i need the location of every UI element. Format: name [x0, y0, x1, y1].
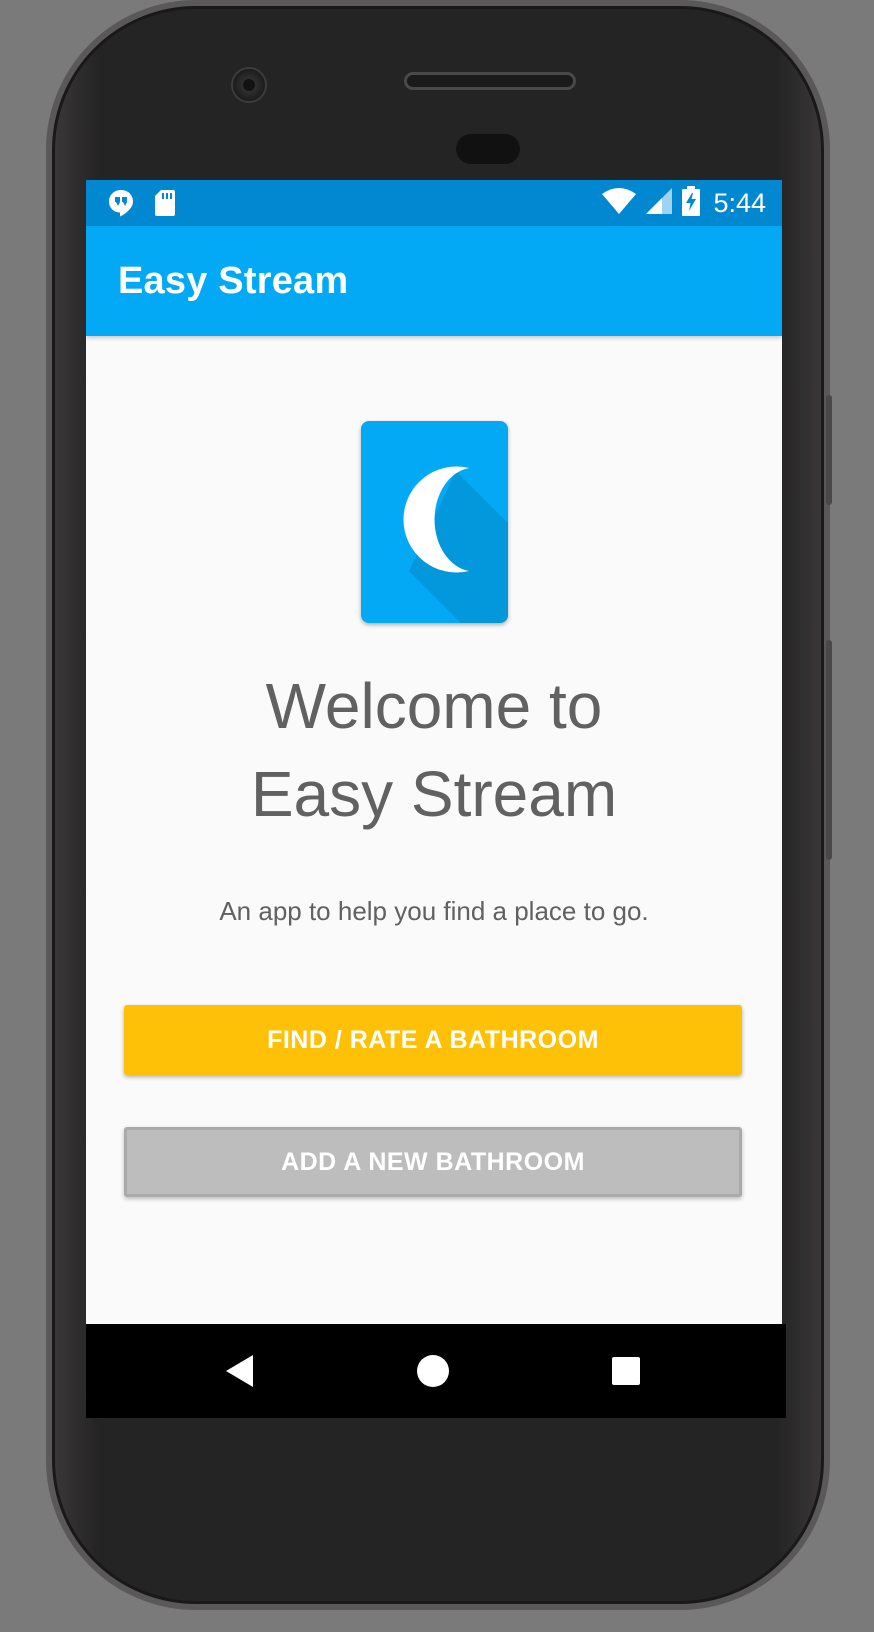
status-clock: 5:44	[713, 188, 766, 218]
recents-icon[interactable]	[606, 1351, 646, 1391]
home-icon[interactable]	[413, 1351, 453, 1391]
add-new-bathroom-button[interactable]: ADD A NEW BATHROOM	[124, 1127, 742, 1197]
app-bar: Easy Stream	[86, 226, 782, 336]
proximity-sensor	[456, 134, 520, 164]
device-screen: 5:44 Easy Stream Welcome to Easy Stream …	[86, 180, 782, 1324]
app-title: Easy Stream	[118, 260, 349, 302]
moon-icon	[361, 421, 508, 623]
volume-button[interactable]	[826, 640, 832, 860]
main-content: Welcome to Easy Stream An app to help yo…	[86, 336, 782, 1324]
welcome-heading-line1: Welcome to	[265, 670, 603, 742]
navigation-bar	[86, 1324, 786, 1418]
cell-signal-icon	[645, 187, 673, 220]
welcome-heading-line2: Easy Stream	[250, 758, 618, 830]
sd-card-icon	[154, 189, 176, 222]
battery-charging-icon	[681, 186, 701, 221]
earpiece-speaker	[404, 72, 576, 90]
power-button[interactable]	[826, 395, 832, 505]
front-camera	[231, 67, 267, 103]
find-rate-bathroom-button[interactable]: FIND / RATE A BATHROOM	[124, 1005, 742, 1075]
app-subtitle: An app to help you find a place to go.	[219, 896, 649, 926]
status-bar: 5:44	[86, 180, 782, 226]
hangouts-icon	[108, 189, 134, 222]
back-icon[interactable]	[220, 1351, 260, 1391]
wifi-icon	[601, 187, 637, 220]
